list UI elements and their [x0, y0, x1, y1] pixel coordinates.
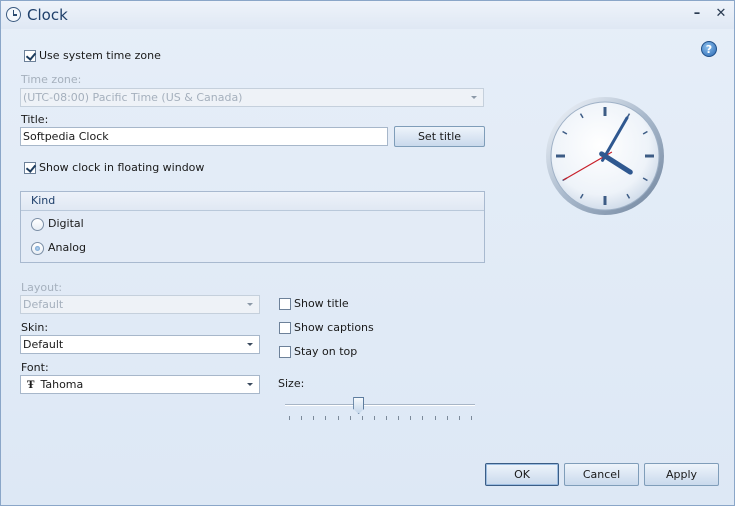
timezone-select[interactable]: (UTC-08:00) Pacific Time (US & Canada) — [20, 88, 484, 107]
slider-tick — [398, 416, 400, 420]
window-title: Clock — [27, 6, 68, 24]
size-slider-thumb[interactable] — [353, 397, 365, 414]
clock-center — [602, 153, 608, 159]
use-system-timezone-label: Use system time zone — [39, 49, 161, 62]
apply-button[interactable]: Apply — [644, 463, 719, 486]
font-icon: Ŧ — [27, 380, 35, 391]
set-title-button[interactable]: Set title — [394, 126, 485, 147]
timezone-value: (UTC-08:00) Pacific Time (US & Canada) — [23, 91, 243, 104]
slider-tick — [337, 416, 339, 420]
kind-analog-radio[interactable] — [31, 242, 44, 255]
title-label: Title: — [21, 113, 49, 126]
show-floating-label: Show clock in floating window — [39, 161, 205, 174]
slider-tick — [410, 416, 412, 420]
slider-tick — [325, 416, 327, 420]
layout-select[interactable]: Default — [20, 295, 260, 314]
show-captions-checkbox[interactable] — [279, 322, 291, 334]
slider-tick — [471, 416, 472, 420]
font-label: Font: — [21, 361, 49, 374]
font-value: Tahoma — [40, 378, 84, 391]
slider-tick — [313, 416, 315, 420]
show-captions-label: Show captions — [294, 321, 374, 334]
chevron-down-icon — [471, 96, 477, 99]
use-system-timezone-checkbox[interactable] — [24, 50, 36, 62]
chevron-down-icon — [247, 383, 253, 386]
slider-tick — [289, 416, 290, 420]
size-slider-track[interactable] — [285, 404, 475, 406]
layout-label: Layout: — [21, 281, 63, 294]
skin-label: Skin: — [21, 321, 49, 334]
slider-tick — [386, 416, 388, 420]
slider-tick — [458, 416, 460, 420]
slider-tick — [349, 416, 351, 420]
timezone-label: Time zone: — [21, 73, 82, 86]
close-button[interactable]: ✕ — [713, 5, 729, 23]
stay-on-top-checkbox[interactable] — [279, 346, 291, 358]
minimize-button[interactable]: – — [689, 5, 705, 23]
kind-analog-label: Analog — [48, 241, 87, 254]
show-floating-checkbox[interactable] — [24, 162, 36, 174]
slider-tick — [446, 416, 448, 420]
slider-tick — [373, 416, 375, 420]
skin-value: Default — [23, 338, 64, 351]
title-bar: Clock – ✕ — [1, 1, 734, 29]
font-select[interactable]: Ŧ Tahoma — [20, 375, 260, 394]
show-title-label: Show title — [294, 297, 349, 310]
slider-tick — [422, 416, 424, 420]
help-icon[interactable]: ? — [701, 41, 717, 57]
kind-header: Kind — [21, 192, 484, 211]
cancel-button[interactable]: Cancel — [564, 463, 639, 486]
skin-select[interactable]: Default — [20, 335, 260, 354]
kind-digital-label: Digital — [48, 217, 84, 230]
slider-tick — [301, 416, 303, 420]
slider-tick — [361, 416, 363, 420]
chevron-down-icon — [247, 303, 253, 306]
stay-on-top-label: Stay on top — [294, 345, 358, 358]
clock-settings-window: Clock – ✕ ? Use system time zone Time zo… — [0, 0, 735, 506]
analog-clock-preview — [546, 97, 664, 215]
chevron-down-icon — [247, 343, 253, 346]
layout-value: Default — [23, 298, 64, 311]
kind-group: Kind — [20, 191, 485, 263]
show-title-checkbox[interactable] — [279, 298, 291, 310]
clock-icon — [6, 7, 21, 22]
title-input[interactable]: Softpedia Clock — [20, 127, 388, 146]
size-label: Size: — [278, 377, 305, 390]
kind-digital-radio[interactable] — [31, 218, 44, 231]
slider-tick — [434, 416, 436, 420]
ok-button[interactable]: OK — [485, 463, 559, 486]
